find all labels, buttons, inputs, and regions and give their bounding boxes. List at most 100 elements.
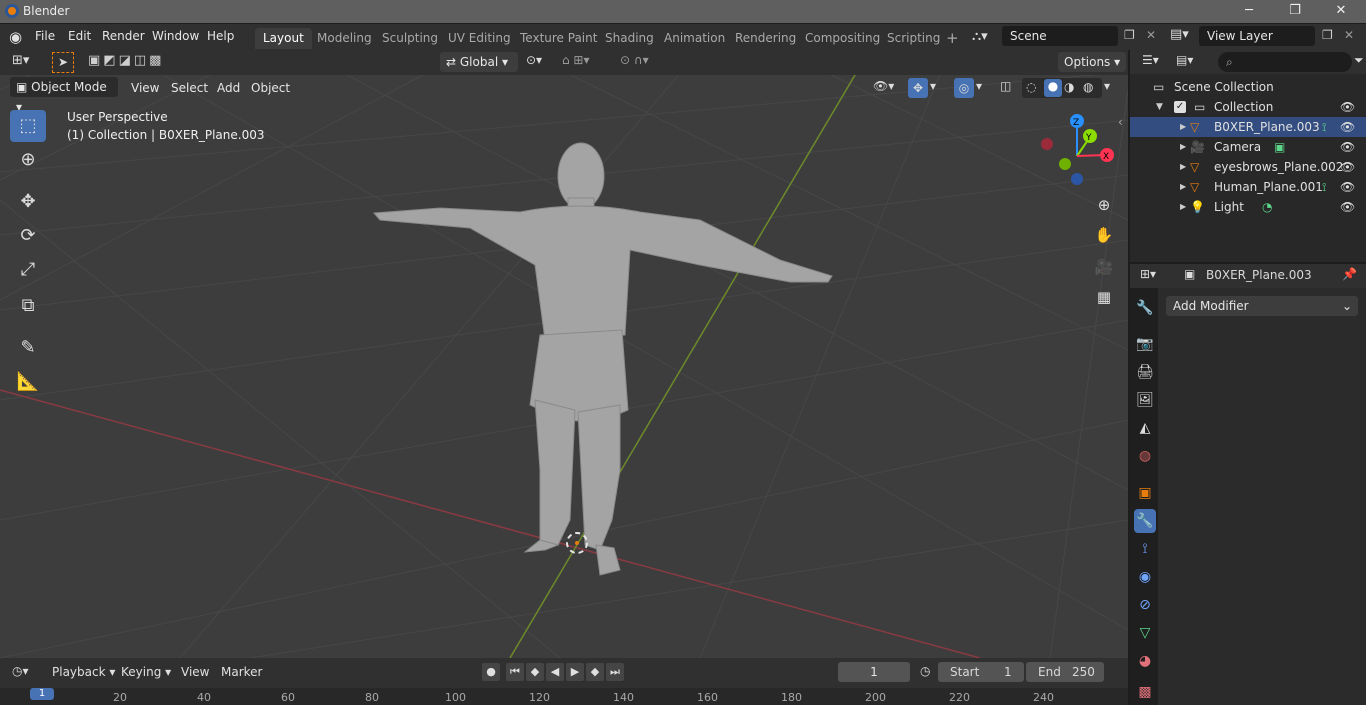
- tab-animation[interactable]: Animation: [656, 28, 733, 49]
- outliner-row-scene-collection[interactable]: ▭ Scene Collection: [1130, 77, 1366, 97]
- object-tab-icon[interactable]: ▣: [1134, 481, 1156, 505]
- tab-compositing[interactable]: Compositing: [797, 28, 888, 49]
- view-layer-tab-icon[interactable]: 🖼: [1134, 388, 1156, 412]
- expand-arrow-icon[interactable]: ▶: [1180, 197, 1186, 217]
- menu-object[interactable]: Object: [251, 81, 290, 95]
- expand-arrow-icon[interactable]: ▼: [1156, 97, 1163, 117]
- tab-texture-paint[interactable]: Texture Paint: [512, 28, 605, 49]
- tab-shading[interactable]: Shading: [597, 28, 662, 49]
- data-tab-icon[interactable]: ▽: [1134, 621, 1156, 645]
- options-button[interactable]: Options ▾: [1058, 52, 1127, 72]
- constraints-tab-icon[interactable]: ⊘: [1134, 593, 1156, 617]
- material-tab-icon[interactable]: ◕: [1134, 649, 1156, 673]
- material-shading-icon[interactable]: ◑: [1064, 80, 1074, 94]
- outliner-row-light[interactable]: ▶ 💡 Light ◔ 👁: [1130, 197, 1366, 217]
- menu-marker[interactable]: Marker: [221, 665, 262, 679]
- menu-view[interactable]: View: [131, 81, 159, 95]
- world-tab-icon[interactable]: ◍: [1134, 444, 1156, 468]
- menu-timeline-view[interactable]: View: [181, 665, 209, 679]
- jump-start-icon[interactable]: ⏮: [506, 663, 524, 681]
- menu-render[interactable]: Render: [102, 29, 145, 43]
- jump-end-icon[interactable]: ⏭: [606, 663, 624, 681]
- transform-orientation-select[interactable]: ⇄ Global ▾: [440, 52, 518, 72]
- gizmo-toggle-icon[interactable]: ✥: [908, 78, 928, 98]
- close-button[interactable]: ✕: [1318, 0, 1364, 23]
- eye-icon[interactable]: 👁: [1340, 197, 1355, 217]
- tab-modeling[interactable]: Modeling: [309, 28, 380, 49]
- tab-layout[interactable]: Layout: [255, 28, 312, 49]
- rendered-shading-icon[interactable]: ◍: [1083, 80, 1093, 94]
- measure-tool-icon[interactable]: 📐: [10, 366, 46, 398]
- outliner-editor-icon[interactable]: ☰▾: [1142, 53, 1159, 67]
- collection-checkbox[interactable]: ✓: [1174, 101, 1186, 113]
- current-frame-field[interactable]: 1: [838, 662, 910, 682]
- tab-sculpting[interactable]: Sculpting: [374, 28, 446, 49]
- render-tab-icon[interactable]: 📷: [1134, 332, 1156, 356]
- navigation-gizmo[interactable]: Z Y X: [1041, 114, 1114, 185]
- mode-select[interactable]: ▣ Object Mode ▾: [10, 77, 118, 114]
- modifier-tab-icon[interactable]: 🔧: [1134, 509, 1156, 533]
- view-layer-icon[interactable]: ▤▾: [1170, 27, 1189, 42]
- timeline-editor-icon[interactable]: ◷▾: [12, 664, 29, 678]
- pin-icon[interactable]: 📌: [1342, 267, 1357, 281]
- move-tool-icon[interactable]: ✥: [10, 186, 46, 218]
- next-keyframe-icon[interactable]: ◆: [586, 663, 604, 681]
- viewport-3d[interactable]: Z Y X ⊞▾ ➤ ▣◩◪◫▩ ⇄ Global ▾ ⊙▾ ⌂ ⊞▾ ⊙ ∩▾…: [0, 50, 1128, 658]
- properties-editor-icon[interactable]: ⊞▾: [1140, 267, 1156, 281]
- play-icon[interactable]: ▶: [566, 663, 584, 681]
- tool-tab-icon[interactable]: 🔧: [1134, 296, 1156, 320]
- gizmo-dropdown-icon[interactable]: ▾: [930, 79, 936, 93]
- menu-playback[interactable]: Playback ▾: [52, 665, 115, 679]
- add-workspace-button[interactable]: +: [938, 28, 967, 49]
- view-layer-field[interactable]: View Layer: [1199, 26, 1315, 46]
- menu-file[interactable]: File: [35, 29, 55, 43]
- expand-arrow-icon[interactable]: ▶: [1180, 177, 1186, 197]
- eye-icon[interactable]: 👁: [1340, 97, 1355, 117]
- particles-tab-icon[interactable]: ⟟: [1134, 537, 1156, 561]
- delete-view-layer-icon[interactable]: ✕: [1344, 28, 1354, 42]
- playhead[interactable]: 1: [30, 688, 54, 700]
- solid-shading-icon[interactable]: ●: [1044, 79, 1062, 97]
- display-mode-icon[interactable]: ▤▾: [1176, 53, 1193, 67]
- shading-dropdown-icon[interactable]: ▾: [1104, 79, 1110, 93]
- transform-tool-icon[interactable]: ⧉: [10, 290, 46, 322]
- menu-keying[interactable]: Keying ▾: [121, 665, 171, 679]
- scene-selector-icon[interactable]: ⛬▾: [972, 27, 998, 47]
- eye-icon[interactable]: 👁: [1340, 157, 1355, 177]
- new-scene-icon[interactable]: ❐: [1124, 28, 1135, 42]
- camera-view-icon[interactable]: 🎥: [1091, 254, 1117, 280]
- add-modifier-button[interactable]: Add Modifier ⌄: [1166, 296, 1358, 316]
- eye-icon[interactable]: 👁: [1340, 137, 1355, 157]
- select-box-tool-icon[interactable]: ⬚: [10, 110, 46, 142]
- visibility-icon[interactable]: 👁▾: [873, 79, 894, 93]
- expand-arrow-icon[interactable]: ▶: [1180, 157, 1186, 177]
- sidebar-toggle-icon[interactable]: ‹: [1118, 115, 1123, 129]
- menu-window[interactable]: Window: [152, 29, 199, 43]
- rotate-tool-icon[interactable]: ⟳: [10, 220, 46, 252]
- cursor-tool-icon[interactable]: ⊕: [10, 144, 46, 176]
- texture-tab-icon[interactable]: ▩: [1134, 680, 1156, 704]
- overlay-toggle-icon[interactable]: ◎: [954, 78, 974, 98]
- tab-rendering[interactable]: Rendering: [727, 28, 804, 49]
- delete-scene-icon[interactable]: ✕: [1146, 28, 1156, 42]
- outliner-row-human[interactable]: ▶ ▽ Human_Plane.001 ⟟ 👁: [1130, 177, 1366, 197]
- scene-field[interactable]: Scene: [1002, 26, 1118, 46]
- menu-select[interactable]: Select: [171, 81, 208, 95]
- selection-mode-icons[interactable]: ▣◩◪◫▩: [88, 53, 164, 68]
- overlay-dropdown-icon[interactable]: ▾: [976, 79, 982, 93]
- start-frame-field[interactable]: Start 1: [938, 662, 1024, 682]
- outliner-row-eyebrows[interactable]: ▶ ▽ eyesbrows_Plane.002 👁: [1130, 157, 1366, 177]
- menu-add[interactable]: Add: [217, 81, 240, 95]
- record-icon[interactable]: ●: [482, 663, 500, 681]
- select-tool-icon[interactable]: ➤: [52, 52, 74, 73]
- eye-icon[interactable]: 👁: [1340, 177, 1355, 197]
- pivot-point-icon[interactable]: ⊙▾: [526, 53, 542, 67]
- outliner-row-camera[interactable]: ▶ 🎥 Camera ▣ 👁: [1130, 137, 1366, 157]
- pan-icon[interactable]: ✋: [1091, 222, 1117, 248]
- prev-keyframe-icon[interactable]: ◆: [526, 663, 544, 681]
- new-view-layer-icon[interactable]: ❐: [1322, 28, 1333, 42]
- menu-help[interactable]: Help: [207, 29, 234, 43]
- minimize-button[interactable]: ─: [1226, 0, 1272, 23]
- scene-tab-icon[interactable]: ◭: [1134, 416, 1156, 440]
- outliner-search-input[interactable]: ⌕: [1218, 52, 1352, 72]
